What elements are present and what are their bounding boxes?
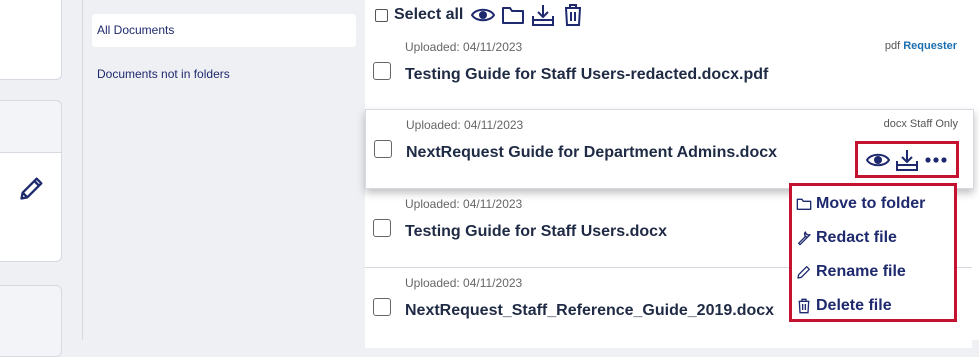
document-name[interactable]: NextRequest Guide for Department Admins.… xyxy=(406,144,777,162)
menu-item-label: Rename file xyxy=(816,263,906,280)
document-checkbox[interactable] xyxy=(374,140,392,158)
document-checkbox[interactable] xyxy=(373,62,391,80)
upload-date: Uploaded: 04/11/2023 xyxy=(406,118,524,132)
menu-item-label: Redact file xyxy=(816,229,897,246)
row-actions xyxy=(855,141,959,178)
eye-icon[interactable] xyxy=(866,148,891,172)
folder-item-all-documents[interactable]: All Documents xyxy=(92,14,356,47)
upload-date: Uploaded: 04/11/2023 xyxy=(405,197,523,211)
folder-icon xyxy=(796,198,812,210)
document-row[interactable]: Uploaded: 04/11/2023 pdf Requester Testi… xyxy=(365,32,972,108)
document-checkbox[interactable] xyxy=(373,298,391,316)
download-icon[interactable] xyxy=(531,3,555,27)
left-card-header xyxy=(0,100,62,153)
folder-pane: All Documents Documents not in folders xyxy=(83,0,365,340)
pencil-icon xyxy=(797,266,810,279)
actions-menu: Move to folder Redact file Rename file D… xyxy=(789,183,957,322)
folder-item-not-in-folders[interactable]: Documents not in folders xyxy=(92,58,356,91)
document-name[interactable]: Testing Guide for Staff Users.docx xyxy=(405,223,667,241)
menu-item-delete-file[interactable]: Delete file xyxy=(796,294,892,318)
menu-item-redact-file[interactable]: Redact file xyxy=(796,226,897,250)
document-name[interactable]: NextRequest_Staff_Reference_Guide_2019.d… xyxy=(405,302,774,320)
select-all-label[interactable]: Select all xyxy=(394,6,463,24)
visibility-badge: Staff Only xyxy=(909,118,958,130)
select-all-checkbox[interactable] xyxy=(375,8,388,22)
file-meta: docx Staff Only xyxy=(884,118,958,130)
pencil-icon[interactable] xyxy=(18,174,46,202)
file-meta: pdf Requester xyxy=(885,40,957,52)
menu-item-move-to-folder[interactable]: Move to folder xyxy=(796,192,925,216)
document-checkbox[interactable] xyxy=(373,219,391,237)
file-type: docx xyxy=(883,118,907,130)
visibility-badge: Requester xyxy=(903,40,957,52)
trash-icon xyxy=(798,298,810,314)
left-column xyxy=(0,0,82,357)
left-card xyxy=(0,152,62,262)
download-icon[interactable] xyxy=(895,148,919,172)
left-card xyxy=(0,0,62,80)
upload-date: Uploaded: 04/11/2023 xyxy=(405,276,523,290)
eye-icon[interactable] xyxy=(471,3,496,27)
more-options-icon[interactable] xyxy=(924,148,948,172)
trash-icon[interactable] xyxy=(561,3,585,27)
wrench-icon xyxy=(798,231,811,246)
file-type: pdf xyxy=(884,40,901,52)
folder-icon[interactable] xyxy=(501,3,525,27)
document-name[interactable]: Testing Guide for Staff Users-redacted.d… xyxy=(405,66,768,84)
menu-item-label: Move to folder xyxy=(816,195,926,212)
menu-item-label: Delete file xyxy=(816,297,892,314)
bulk-toolbar: Select all xyxy=(375,2,585,28)
document-row[interactable]: Uploaded: 04/11/2023 docx Staff Only Nex… xyxy=(365,109,974,189)
menu-item-rename-file[interactable]: Rename file xyxy=(796,260,906,284)
upload-date: Uploaded: 04/11/2023 xyxy=(405,40,523,54)
left-card xyxy=(0,285,62,357)
